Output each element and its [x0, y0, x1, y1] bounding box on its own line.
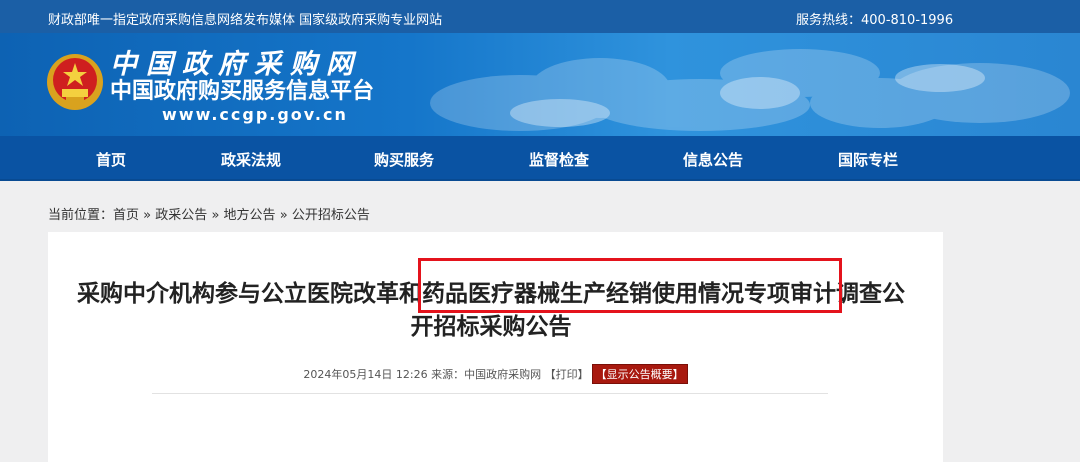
national-emblem-icon — [47, 54, 103, 110]
article-meta: 2024年05月14日 12:26 来源：中国政府采购网 【打印】 【显示公告概要… — [0, 364, 991, 384]
breadcrumb-procurement-notices[interactable]: 政采公告 — [155, 208, 207, 223]
nav-item-regulations[interactable]: 政采法规 — [221, 149, 281, 170]
highlight-box — [418, 258, 842, 313]
breadcrumb-separator: » — [279, 208, 288, 223]
service-hotline: 服务热线：400-810-1996 — [796, 13, 954, 28]
print-link[interactable]: 【打印】 — [545, 368, 589, 381]
divider — [152, 393, 828, 394]
nav-item-announcements[interactable]: 信息公告 — [683, 149, 743, 170]
breadcrumb-separator: » — [143, 208, 152, 223]
show-summary-button[interactable]: 【显示公告概要】 — [591, 364, 688, 384]
top-info-bar: 财政部唯一指定政府采购信息网络发布媒体 国家级政府采购专业网站 服务热线：400… — [0, 0, 1080, 33]
breadcrumb: 当前位置：首页 » 政采公告 » 地方公告 » 公开招标公告 — [48, 204, 370, 223]
site-slogan: 财政部唯一指定政府采购信息网络发布媒体 国家级政府采购专业网站 — [48, 13, 443, 28]
main-nav: 首页 政采法规 购买服务 监督检查 信息公告 国际专栏 — [0, 136, 1080, 181]
source-label: 来源： — [431, 368, 465, 381]
nav-item-home[interactable]: 首页 — [96, 149, 126, 170]
logo-url: www.ccgp.gov.cn — [162, 105, 348, 124]
source-name: 中国政府采购网 — [464, 368, 542, 381]
publish-datetime: 2024年05月14日 12:26 — [303, 368, 428, 381]
nav-item-international[interactable]: 国际专栏 — [838, 149, 898, 170]
breadcrumb-open-tender[interactable]: 公开招标公告 — [292, 208, 370, 223]
breadcrumb-prefix: 当前位置： — [48, 208, 114, 223]
logo-title: 中国政府采购网 — [110, 49, 362, 80]
nav-item-purchase-services[interactable]: 购买服务 — [374, 149, 434, 170]
logo-subtitle: 中国政府购买服务信息平台 — [110, 79, 375, 104]
breadcrumb-home[interactable]: 首页 — [113, 208, 139, 223]
site-banner: 中国政府采购网 中国政府购买服务信息平台 www.ccgp.gov.cn — [0, 33, 1080, 136]
breadcrumb-local-notices[interactable]: 地方公告 — [224, 208, 276, 223]
nav-item-supervision[interactable]: 监督检查 — [529, 149, 589, 170]
breadcrumb-separator: » — [211, 208, 220, 223]
